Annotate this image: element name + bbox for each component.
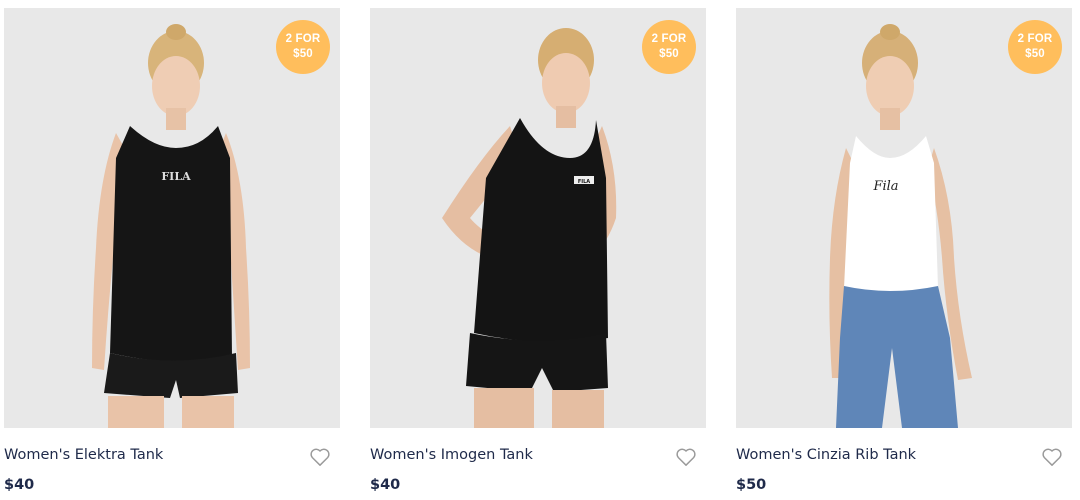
tank-top	[844, 136, 938, 292]
heart-outline-icon	[1042, 448, 1062, 466]
badge-line2: $50	[293, 48, 313, 60]
product-card: Fila 2 FOR $50 Women's Cinzia Rib Tank $…	[736, 8, 1072, 500]
product-image-link[interactable]: FILA 2 FOR $50	[370, 8, 706, 428]
wishlist-button[interactable]	[674, 445, 698, 469]
heart-outline-icon	[676, 448, 696, 466]
product-name[interactable]: Women's Elektra Tank	[4, 447, 163, 463]
badge-line2: $50	[1025, 48, 1045, 60]
model-photo: FILA	[442, 28, 617, 428]
product-image-link[interactable]: FILA 2 FOR $50	[4, 8, 340, 428]
badge-line1: 2 FOR	[285, 33, 321, 45]
product-price: $40	[4, 477, 35, 493]
logo-text: FILA	[161, 170, 191, 183]
logo-text: FILA	[578, 179, 590, 185]
product-card: FILA 2 FOR $50 Women's Elektra Tank $40	[4, 8, 340, 500]
heart-outline-icon	[310, 448, 330, 466]
promo-badge: 2 FOR $50	[1008, 20, 1062, 74]
product-name[interactable]: Women's Cinzia Rib Tank	[736, 447, 916, 463]
product-card: FILA 2 FOR $50 Women's Imogen Tank $40	[370, 8, 706, 500]
wishlist-button[interactable]	[1040, 445, 1064, 469]
product-image-link[interactable]: Fila 2 FOR $50	[736, 8, 1072, 428]
model-photo: FILA	[92, 24, 250, 428]
product-grid: FILA 2 FOR $50 Women's Elektra Tank $40	[0, 0, 1080, 500]
promo-badge: 2 FOR $50	[642, 20, 696, 74]
badge-line1: 2 FOR	[1017, 33, 1053, 45]
logo-text: Fila	[872, 179, 898, 194]
wishlist-button[interactable]	[308, 445, 332, 469]
model-photo: Fila	[829, 24, 972, 428]
badge-line2: $50	[659, 48, 679, 60]
tank-top	[110, 126, 232, 362]
promo-badge: 2 FOR $50	[276, 20, 330, 74]
product-price: $40	[370, 477, 401, 493]
product-name[interactable]: Women's Imogen Tank	[370, 447, 533, 463]
badge-line1: 2 FOR	[651, 33, 687, 45]
product-price: $50	[736, 477, 767, 493]
